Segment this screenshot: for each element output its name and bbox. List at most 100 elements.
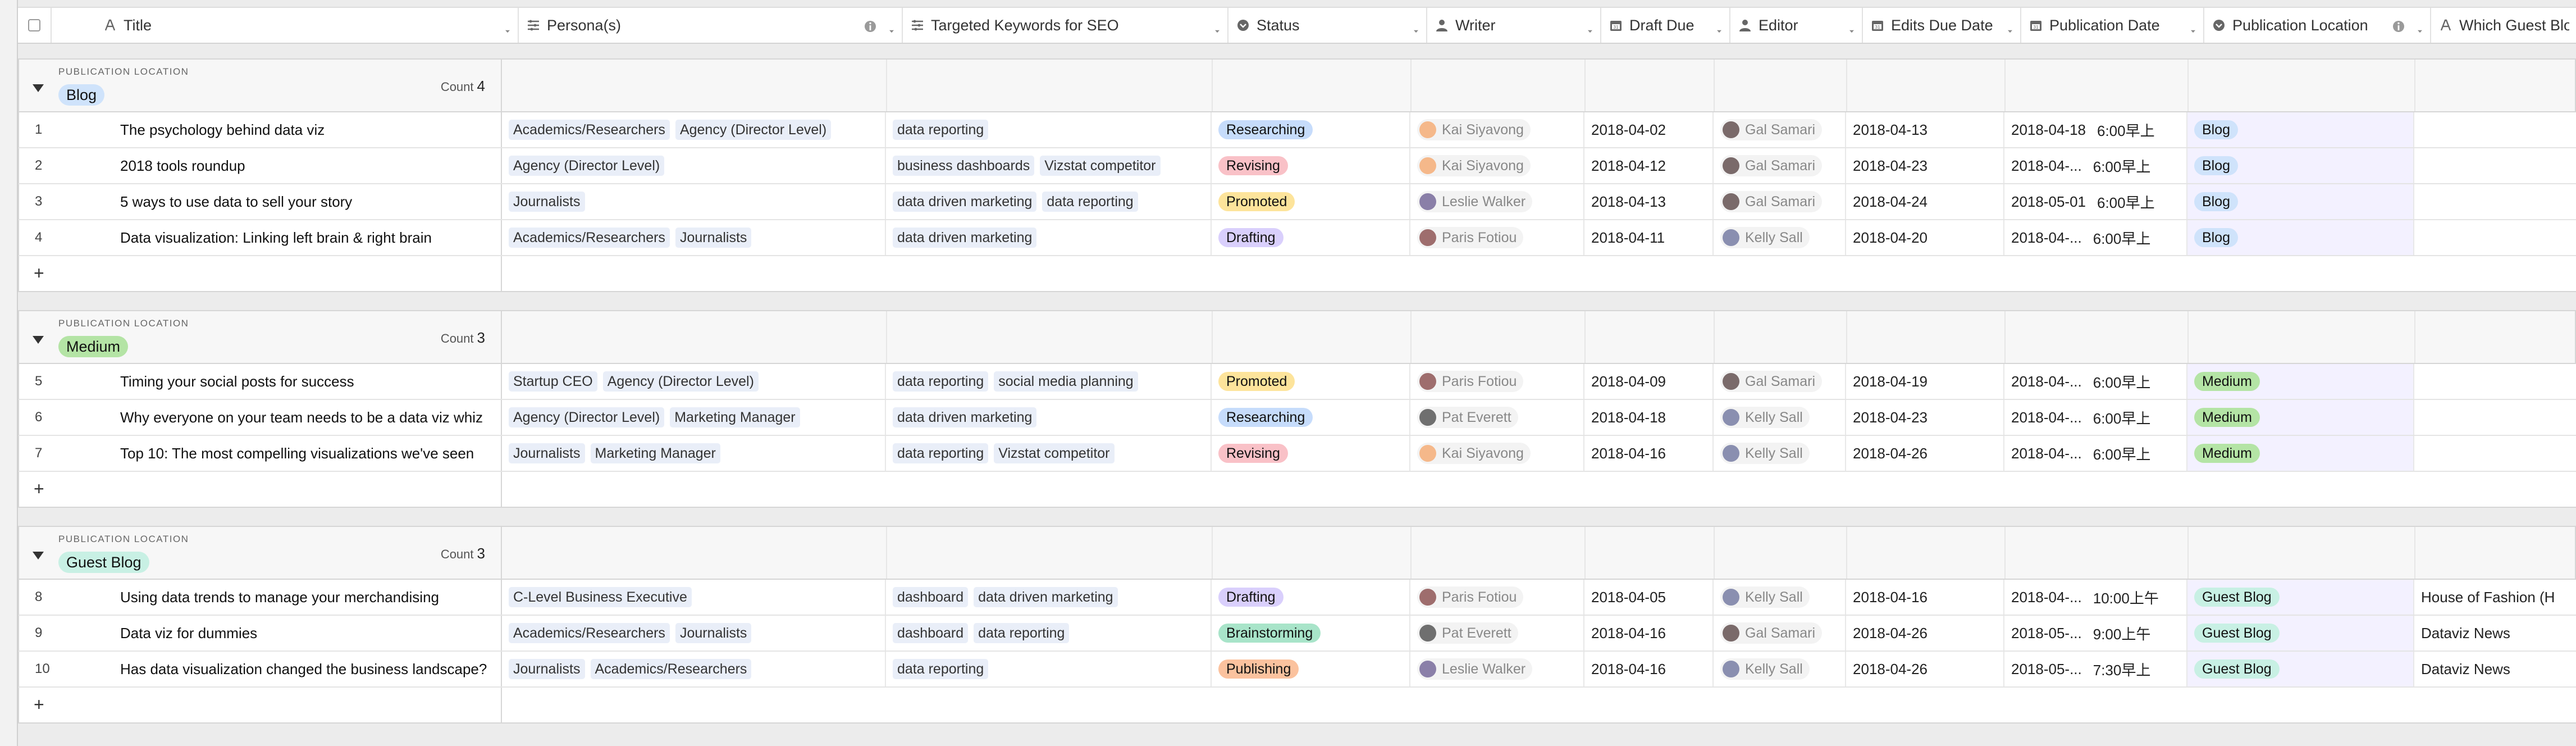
add-record-title-cell[interactable]: + bbox=[19, 688, 502, 722]
draft-due-cell[interactable]: 2018-04-16 bbox=[1584, 652, 1714, 686]
writer-cell[interactable]: Leslie Walker bbox=[1410, 652, 1584, 686]
edits-due-cell[interactable]: 2018-04-24 bbox=[1846, 184, 2004, 219]
edits-due-cell[interactable]: 2018-04-23 bbox=[1846, 400, 2004, 435]
pub-location-cell[interactable]: Medium bbox=[2187, 400, 2414, 435]
personas-cell[interactable]: C-Level Business Executive bbox=[502, 580, 886, 615]
add-record-button[interactable]: + bbox=[34, 263, 44, 284]
chevron-down-icon[interactable] bbox=[1847, 22, 1855, 33]
draft-due-cell[interactable]: 2018-04-09 bbox=[1584, 364, 1714, 399]
table-row[interactable]: 9 Data viz for dummies Academics/Researche… bbox=[18, 616, 2576, 652]
personas-cell[interactable]: Journalists bbox=[502, 184, 886, 219]
add-record-button[interactable]: + bbox=[34, 479, 44, 499]
editor-cell[interactable]: Kelly Sall bbox=[1714, 652, 1846, 686]
writer-cell[interactable]: Paris Fotiou bbox=[1410, 220, 1584, 255]
status-cell[interactable]: Revising bbox=[1212, 148, 1410, 183]
user-chip[interactable]: Gal Samari bbox=[1720, 119, 1823, 140]
pub-date-cell[interactable]: 2018-05-... 9:00上午 bbox=[2004, 616, 2187, 651]
add-record-row[interactable]: + bbox=[18, 688, 2576, 724]
add-record-row[interactable]: + bbox=[18, 256, 2576, 292]
guest-blog-cell[interactable] bbox=[2414, 436, 2559, 471]
collapse-triangle-icon[interactable] bbox=[33, 552, 44, 560]
chevron-down-icon[interactable] bbox=[1715, 22, 1723, 33]
pub-location-cell[interactable]: Blog bbox=[2187, 112, 2414, 147]
guest-blog-cell[interactable] bbox=[2414, 220, 2559, 255]
editor-cell[interactable]: Kelly Sall bbox=[1714, 220, 1846, 255]
user-chip[interactable]: Leslie Walker bbox=[1417, 191, 1533, 212]
column-header-editor[interactable]: Editor bbox=[1730, 8, 1863, 43]
user-chip[interactable]: Kelly Sall bbox=[1720, 658, 1810, 680]
pub-location-cell[interactable]: Guest Blog bbox=[2187, 652, 2414, 686]
title-cell[interactable]: 7 Top 10: The most compelling visualizati… bbox=[19, 436, 502, 471]
chevron-down-icon[interactable] bbox=[503, 22, 511, 33]
user-chip[interactable]: Kelly Sall bbox=[1720, 407, 1810, 428]
user-chip[interactable]: Pat Everett bbox=[1417, 407, 1518, 428]
guest-blog-cell[interactable] bbox=[2414, 184, 2559, 219]
pub-location-cell[interactable]: Guest Blog bbox=[2187, 616, 2414, 651]
keywords-cell[interactable]: data reporting social media planning bbox=[886, 364, 1212, 399]
guest-blog-cell[interactable] bbox=[2414, 112, 2559, 147]
writer-cell[interactable]: Paris Fotiou bbox=[1410, 580, 1584, 615]
edits-due-cell[interactable]: 2018-04-19 bbox=[1846, 364, 2004, 399]
writer-cell[interactable]: Kai Siyavong bbox=[1410, 112, 1584, 147]
table-row[interactable]: 3 5 ways to use data to sell your story Jo… bbox=[18, 184, 2576, 220]
title-cell[interactable]: 8 Using data trends to manage your mercha… bbox=[19, 580, 502, 615]
edits-due-cell[interactable]: 2018-04-20 bbox=[1846, 220, 2004, 255]
chevron-down-icon[interactable] bbox=[2415, 22, 2423, 33]
pub-location-cell[interactable]: Guest Blog bbox=[2187, 580, 2414, 615]
pub-location-cell[interactable]: Medium bbox=[2187, 364, 2414, 399]
user-chip[interactable]: Gal Samari bbox=[1720, 371, 1823, 392]
pub-location-cell[interactable]: Blog bbox=[2187, 184, 2414, 219]
writer-cell[interactable]: Pat Everett bbox=[1410, 400, 1584, 435]
editor-cell[interactable]: Kelly Sall bbox=[1714, 400, 1846, 435]
editor-cell[interactable]: Kelly Sall bbox=[1714, 580, 1846, 615]
pub-location-cell[interactable]: Blog bbox=[2187, 220, 2414, 255]
status-cell[interactable]: Promoted bbox=[1212, 364, 1410, 399]
user-chip[interactable]: Leslie Walker bbox=[1417, 658, 1533, 680]
edits-due-cell[interactable]: 2018-04-26 bbox=[1846, 436, 2004, 471]
column-header-keywords[interactable]: Targeted Keywords for SEO bbox=[903, 8, 1228, 43]
personas-cell[interactable]: Journalists Academics/Researchers bbox=[502, 652, 886, 686]
personas-cell[interactable]: Academics/Researchers Agency (Director Le… bbox=[502, 112, 886, 147]
status-cell[interactable]: Brainstorming bbox=[1212, 616, 1410, 651]
edits-due-cell[interactable]: 2018-04-16 bbox=[1846, 580, 2004, 615]
draft-due-cell[interactable]: 2018-04-12 bbox=[1584, 148, 1714, 183]
column-header-guest_blog[interactable]: Which Guest Blog bbox=[2431, 8, 2576, 43]
pub-date-cell[interactable]: 2018-04-... 10:00上午 bbox=[2004, 580, 2187, 615]
pub-date-cell[interactable]: 2018-04-... 6:00早上 bbox=[2004, 220, 2187, 255]
chevron-down-icon[interactable] bbox=[1412, 22, 1419, 33]
column-header-status[interactable]: Status bbox=[1228, 8, 1427, 43]
status-cell[interactable]: Drafting bbox=[1212, 580, 1410, 615]
column-header-personas[interactable]: Persona(s) bbox=[519, 8, 903, 43]
writer-cell[interactable]: Leslie Walker bbox=[1410, 184, 1584, 219]
user-chip[interactable]: Gal Samari bbox=[1720, 191, 1823, 212]
status-cell[interactable]: Promoted bbox=[1212, 184, 1410, 219]
user-chip[interactable]: Paris Fotiou bbox=[1417, 371, 1524, 392]
table-row[interactable]: 8 Using data trends to manage your mercha… bbox=[18, 580, 2576, 616]
title-cell[interactable]: 6 Why everyone on your team needs to be a… bbox=[19, 400, 502, 435]
title-cell[interactable]: 3 5 ways to use data to sell your story bbox=[19, 184, 502, 219]
pub-date-cell[interactable]: 2018-05-... 7:30早上 bbox=[2004, 652, 2187, 686]
add-record-row[interactable]: + bbox=[18, 472, 2576, 508]
column-header-title[interactable]: Title bbox=[52, 8, 519, 43]
chevron-down-icon[interactable] bbox=[2006, 22, 2013, 33]
table-row[interactable]: 4 Data visualization: Linking left brain … bbox=[18, 220, 2576, 256]
guest-blog-cell[interactable] bbox=[2414, 400, 2559, 435]
title-cell[interactable]: 2 2018 tools roundup bbox=[19, 148, 502, 183]
user-chip[interactable]: Pat Everett bbox=[1417, 622, 1518, 644]
status-cell[interactable]: Researching bbox=[1212, 400, 1410, 435]
user-chip[interactable]: Paris Fotiou bbox=[1417, 586, 1524, 608]
keywords-cell[interactable]: data reporting bbox=[886, 652, 1212, 686]
keywords-cell[interactable]: data driven marketing bbox=[886, 220, 1212, 255]
chevron-down-icon[interactable] bbox=[1213, 22, 1221, 33]
user-chip[interactable]: Kelly Sall bbox=[1720, 443, 1810, 464]
keywords-cell[interactable]: dashboard data driven marketing bbox=[886, 580, 1212, 615]
keywords-cell[interactable]: data reporting Vizstat competitor bbox=[886, 436, 1212, 471]
add-record-button[interactable]: + bbox=[34, 694, 44, 715]
user-chip[interactable]: Kai Siyavong bbox=[1417, 443, 1531, 464]
edits-due-cell[interactable]: 2018-04-26 bbox=[1846, 652, 2004, 686]
draft-due-cell[interactable]: 2018-04-16 bbox=[1584, 436, 1714, 471]
draft-due-cell[interactable]: 2018-04-16 bbox=[1584, 616, 1714, 651]
writer-cell[interactable]: Kai Siyavong bbox=[1410, 436, 1584, 471]
user-chip[interactable]: Kelly Sall bbox=[1720, 227, 1810, 248]
table-row[interactable]: 6 Why everyone on your team needs to be a… bbox=[18, 400, 2576, 436]
